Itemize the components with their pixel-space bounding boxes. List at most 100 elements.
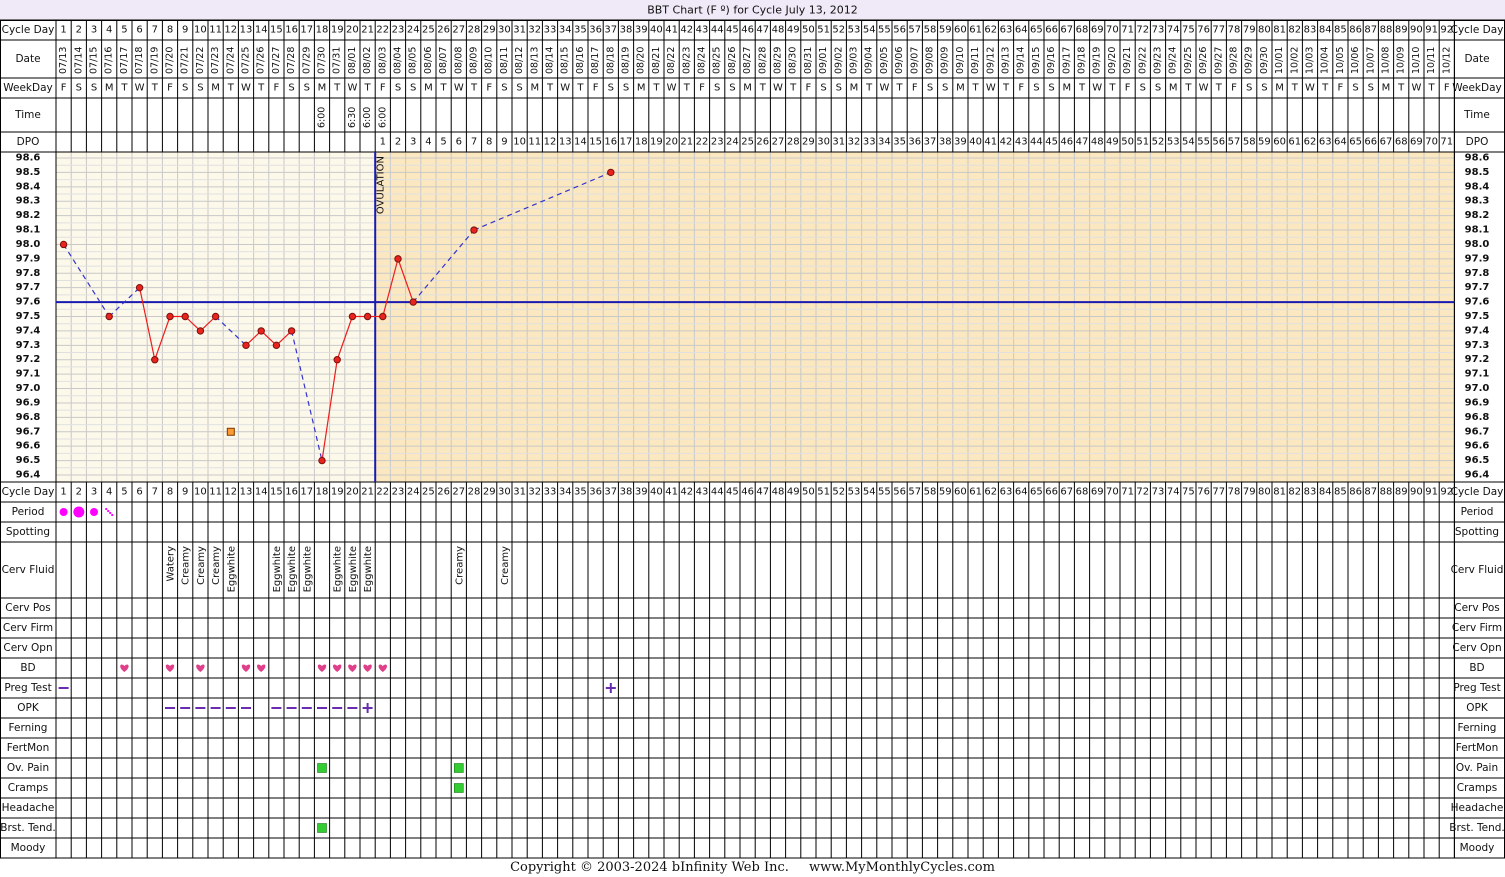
dpo-number: 70 bbox=[1425, 137, 1438, 148]
cycle-day-number: 90 bbox=[1410, 25, 1423, 36]
cycle-day-number: 22 bbox=[376, 487, 389, 498]
dpo-number: 51 bbox=[1136, 137, 1149, 148]
date-label: 07/25 bbox=[241, 47, 252, 74]
cycle-day-number: 92 bbox=[1440, 25, 1453, 36]
cycle-day-number: 56 bbox=[893, 25, 906, 36]
temp-point bbox=[333, 356, 341, 364]
weekday-label: T bbox=[1215, 83, 1223, 94]
date-label: 10/03 bbox=[1305, 47, 1316, 74]
cycle-day-number: 47 bbox=[756, 487, 769, 498]
cycle-day-number: 19 bbox=[331, 487, 344, 498]
weekday-label: S bbox=[1155, 83, 1161, 94]
date-label: 09/07 bbox=[909, 47, 920, 74]
weekday-label: F bbox=[1338, 83, 1344, 94]
date-label: 08/07 bbox=[438, 47, 449, 74]
date-label: 07/23 bbox=[210, 47, 221, 74]
date-label: 07/17 bbox=[119, 47, 130, 74]
temp-point bbox=[59, 240, 68, 249]
date-label: 07/26 bbox=[256, 47, 267, 74]
date-label: 07/24 bbox=[225, 47, 236, 74]
weekday-label: M bbox=[637, 83, 646, 94]
date-label: 07/21 bbox=[180, 47, 191, 74]
period-spotting-dot bbox=[105, 507, 108, 511]
date-label: 09/24 bbox=[1168, 47, 1179, 74]
cycle-day-number: 61 bbox=[969, 487, 982, 498]
date-label: 09/22 bbox=[1137, 47, 1148, 74]
footer: Copyright © 2003-2024 bInfinity Web Inc.… bbox=[0, 858, 1505, 877]
date-label: 10/05 bbox=[1335, 47, 1346, 74]
dpo-number: 68 bbox=[1395, 137, 1408, 148]
weekday-label: F bbox=[486, 83, 492, 94]
cycle-day-number: 9 bbox=[182, 25, 188, 36]
row-label-right-cerv_pos: Cerv Pos bbox=[1454, 602, 1500, 614]
cycle-day-number: 30 bbox=[498, 487, 511, 498]
y-tick-label-left: 98.1 bbox=[16, 225, 41, 236]
dpo-number: 58 bbox=[1243, 137, 1256, 148]
weekday-label: T bbox=[1184, 83, 1192, 94]
cycle-day-number: 81 bbox=[1273, 25, 1286, 36]
weekday-label: M bbox=[105, 83, 114, 94]
date-label: 09/02 bbox=[833, 47, 844, 74]
row-label-left-brst_tend: Brst. Tend. bbox=[0, 822, 56, 834]
row-label-right-bd: BD bbox=[1469, 662, 1484, 674]
bd-heart-icon bbox=[196, 664, 205, 672]
cycle-day-number: 82 bbox=[1288, 487, 1301, 498]
weekday-label: W bbox=[1305, 83, 1315, 94]
dpo-number: 60 bbox=[1273, 137, 1286, 148]
cycle-day-number: 54 bbox=[863, 487, 876, 498]
y-tick-label-left: 97.4 bbox=[16, 325, 41, 336]
period-heavy-dot bbox=[73, 506, 85, 518]
cycle-day-number: 92 bbox=[1440, 487, 1453, 498]
dpo-number: 42 bbox=[1000, 137, 1013, 148]
y-tick-label-right: 97.6 bbox=[1465, 297, 1490, 308]
cerv-fluid-label: Eggwhite bbox=[363, 546, 374, 592]
y-tick-label-right: 97.0 bbox=[1465, 383, 1490, 394]
y-tick-label-left: 96.7 bbox=[16, 426, 41, 437]
cycle-day-number: 70 bbox=[1106, 25, 1119, 36]
y-tick-label-left: 97.1 bbox=[16, 369, 41, 380]
cycle-day-number: 39 bbox=[635, 487, 648, 498]
weekday-label: T bbox=[1078, 83, 1086, 94]
temp-point bbox=[257, 327, 265, 335]
date-label: 08/09 bbox=[469, 47, 480, 74]
ovulation-label: OVULATION bbox=[376, 156, 387, 214]
weekday-label: M bbox=[424, 83, 433, 94]
weekday-label: T bbox=[1291, 83, 1299, 94]
row-label-left-date: Date bbox=[15, 53, 40, 65]
cycle-day-number: 32 bbox=[528, 25, 541, 36]
cycle-day-number: 57 bbox=[908, 487, 921, 498]
y-tick-label-right: 97.4 bbox=[1465, 325, 1490, 336]
weekday-label: M bbox=[530, 83, 539, 94]
y-tick-label-right: 98.5 bbox=[1465, 167, 1490, 178]
cycle-day-number: 16 bbox=[285, 25, 298, 36]
weekday-label: M bbox=[1382, 83, 1391, 94]
date-label: 07/22 bbox=[195, 47, 206, 74]
weekday-label: F bbox=[1018, 83, 1024, 94]
dpo-number: 48 bbox=[1091, 137, 1104, 148]
date-label: 09/15 bbox=[1031, 47, 1042, 74]
row-label-left-period: Period bbox=[12, 506, 45, 518]
cycle-day-number: 4 bbox=[106, 487, 112, 498]
weekday-label: S bbox=[1140, 83, 1146, 94]
site-link[interactable]: www.MyMonthlyCycles.com bbox=[809, 860, 995, 875]
dpo-number: 6 bbox=[456, 137, 462, 148]
bd-heart-icon bbox=[378, 664, 387, 672]
date-label: 08/04 bbox=[393, 47, 404, 74]
dpo-number: 22 bbox=[696, 137, 709, 148]
weekday-label: S bbox=[623, 83, 629, 94]
cycle-day-number: 38 bbox=[620, 25, 633, 36]
y-tick-label-left: 96.8 bbox=[16, 412, 41, 423]
cycle-day-number: 69 bbox=[1091, 25, 1104, 36]
weekday-label: T bbox=[1397, 83, 1405, 94]
cycle-day-number: 81 bbox=[1273, 487, 1286, 498]
date-label: 08/18 bbox=[605, 47, 616, 74]
row-label-right-brst_tend: Brst. Tend. bbox=[1449, 822, 1505, 834]
row-label-right-cycle_day: Cycle Day bbox=[1451, 24, 1504, 36]
date-label: 09/01 bbox=[818, 47, 829, 74]
cycle-day-number: 69 bbox=[1091, 487, 1104, 498]
weekday-label: S bbox=[608, 83, 614, 94]
cycle-day-number: 89 bbox=[1395, 25, 1408, 36]
row-label-right-spotting: Spotting bbox=[1455, 526, 1499, 538]
date-label: 08/16 bbox=[575, 47, 586, 74]
cycle-day-number: 57 bbox=[908, 25, 921, 36]
